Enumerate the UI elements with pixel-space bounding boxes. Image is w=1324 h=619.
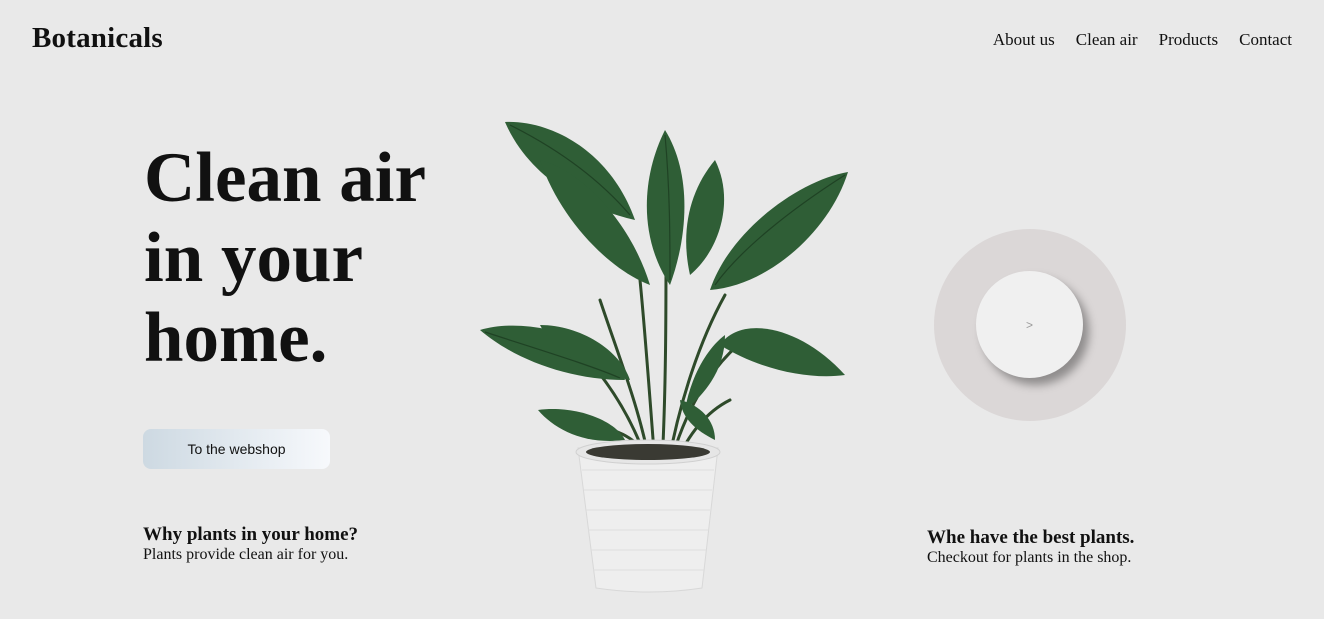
info-why-plants-subtitle: Plants provide clean air for you. <box>143 546 349 563</box>
headline-line-3: home. <box>144 299 328 377</box>
info-best-plants: Whe have the best plants. Checkout for p… <box>927 527 1134 567</box>
info-why-plants: Why plants in your home? Plants provide … <box>143 524 358 564</box>
headline-line-2: in your <box>144 219 363 297</box>
webshop-button[interactable]: To the webshop <box>143 429 330 469</box>
info-best-plants-subtitle: Checkout for plants in the shop. <box>927 549 1132 566</box>
nav-about-us[interactable]: About us <box>993 30 1055 50</box>
next-arrow-icon: > <box>1025 317 1033 332</box>
nav-products[interactable]: Products <box>1159 30 1219 50</box>
headline-line-1: Clean air <box>144 139 426 217</box>
hero-headline: Clean air in your home. <box>144 138 474 378</box>
info-why-plants-title: Why plants in your home? <box>143 524 359 545</box>
potted-plant-image <box>480 121 848 593</box>
nav-contact[interactable]: Contact <box>1239 30 1292 50</box>
main-nav: About us Clean air Products Contact <box>993 30 1292 50</box>
site-logo[interactable]: Botanicals <box>32 22 163 55</box>
info-best-plants-title: Whe have the best plants. <box>927 527 1135 548</box>
nav-clean-air[interactable]: Clean air <box>1076 30 1138 50</box>
carousel-next-button[interactable]: > <box>976 271 1083 378</box>
